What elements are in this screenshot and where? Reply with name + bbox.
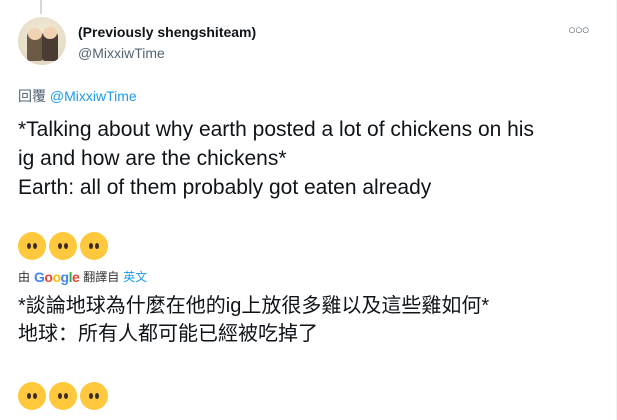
- tweet-text: *Talking about why earth posted a lot of…: [18, 115, 608, 202]
- google-logo[interactable]: Google: [34, 269, 80, 285]
- translated-from-label: 翻譯自: [83, 270, 120, 284]
- avatar[interactable]: [18, 17, 66, 65]
- author-name[interactable]: (Previously shengshiteam): [78, 24, 256, 40]
- translated-by-label: 由: [18, 270, 31, 284]
- more-options-icon[interactable]: ○○○: [568, 22, 590, 37]
- reply-mention-link[interactable]: @MixxiwTime: [50, 88, 137, 104]
- face-without-mouth-emoji: [18, 382, 46, 410]
- face-without-mouth-emoji: [18, 232, 46, 260]
- thread-connector-line: [40, 0, 42, 14]
- translated-emoji-row: [18, 382, 108, 412]
- face-without-mouth-emoji: [80, 232, 108, 260]
- tweet-line: ig and how are the chickens*: [18, 147, 287, 170]
- face-without-mouth-emoji: [80, 382, 108, 410]
- emoji-row: [18, 232, 108, 262]
- translated-text: *談論地球為什麼在他的ig上放很多雞以及這些雞如何* 地球：所有人都可能已經被吃…: [18, 292, 608, 348]
- author-handle[interactable]: @MixxiwTime: [78, 45, 165, 61]
- translation-attribution: 由 Google 翻譯自 英文: [18, 268, 147, 285]
- face-without-mouth-emoji: [49, 382, 77, 410]
- translated-line: 地球：所有人都可能已經被吃掉了: [18, 323, 318, 345]
- face-without-mouth-emoji: [49, 232, 77, 260]
- avatar-head-right: [43, 27, 57, 39]
- reply-prefix: 回覆: [18, 88, 46, 104]
- avatar-head-left: [28, 28, 42, 40]
- tweet-line: Earth: all of them probably got eaten al…: [18, 176, 432, 199]
- source-language-link[interactable]: 英文: [123, 268, 147, 285]
- translated-line: *談論地球為什麼在他的ig上放很多雞以及這些雞如何*: [18, 295, 490, 317]
- replying-to: 回覆 @MixxiwTime: [18, 86, 137, 106]
- tweet-line: *Talking about why earth posted a lot of…: [18, 118, 534, 141]
